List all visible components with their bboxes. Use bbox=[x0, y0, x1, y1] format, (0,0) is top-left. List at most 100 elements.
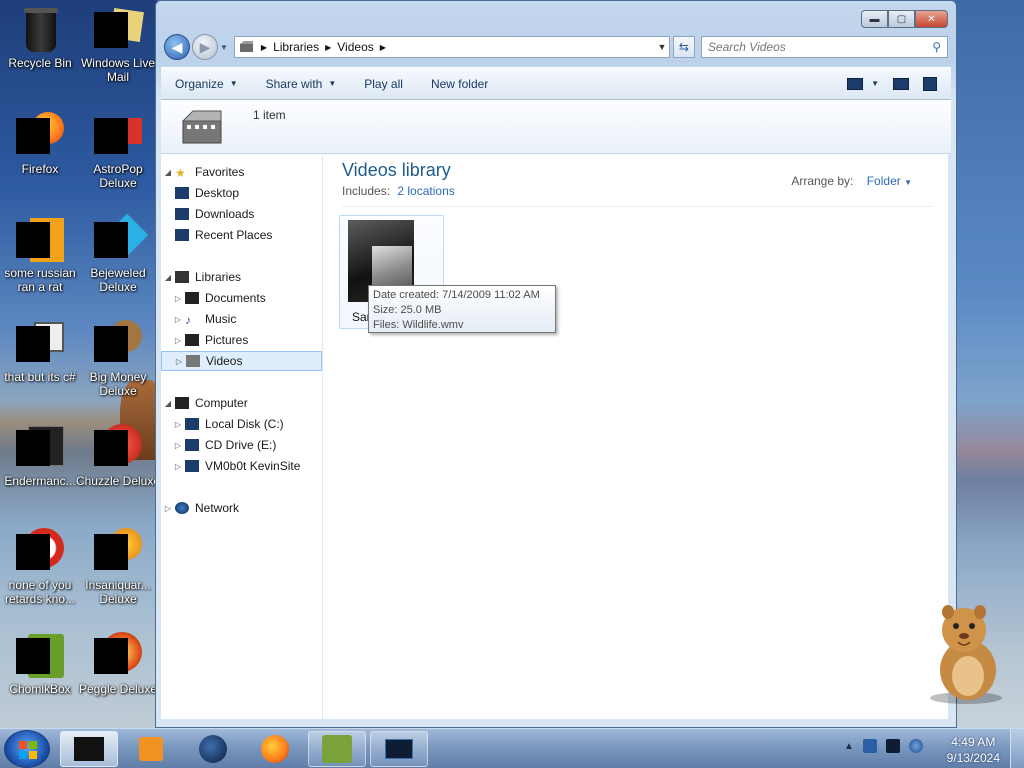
taskbar-chomikbox[interactable] bbox=[308, 731, 366, 767]
play-all-button[interactable]: Play all bbox=[350, 77, 417, 91]
desktop-icon-recycle-bin[interactable]: Recycle Bin bbox=[0, 2, 80, 98]
sidebar-item-cd-drive[interactable]: ▷ CD Drive (E:) bbox=[161, 435, 322, 455]
sidebar-item-pictures[interactable]: ▷ Pictures bbox=[161, 330, 322, 350]
address-bar[interactable]: ▶ Libraries ▶ Videos ▶ ▼ bbox=[233, 36, 670, 58]
sidebar-item-documents[interactable]: ▷ Documents bbox=[161, 288, 322, 308]
arrange-dropdown[interactable]: Folder bbox=[867, 174, 901, 188]
desktop-icon-peggle[interactable]: Peggle Deluxe bbox=[78, 628, 158, 724]
arrow-right-icon: ▶ bbox=[199, 38, 211, 55]
crumb-libraries[interactable]: Libraries bbox=[273, 40, 319, 54]
sidebar-item-label: Music bbox=[205, 312, 237, 326]
crumb-separator-icon: ▶ bbox=[260, 42, 268, 52]
collapsed-arrow-icon[interactable]: ▷ bbox=[171, 441, 185, 450]
share-with-label: Share with bbox=[265, 76, 323, 91]
collapsed-arrow-icon[interactable]: ▷ bbox=[172, 357, 186, 366]
expanded-arrow-icon[interactable]: ◢ bbox=[161, 273, 175, 282]
maximize-button[interactable]: ▢ bbox=[888, 10, 915, 28]
new-folder-button[interactable]: New folder bbox=[417, 77, 502, 91]
locations-link[interactable]: 2 locations bbox=[397, 184, 454, 198]
desktop-icon-chomikbox[interactable]: ChomikBox bbox=[0, 628, 80, 724]
clock-date: 9/13/2024 bbox=[946, 751, 1000, 765]
sidebar-item-videos[interactable]: ▷ Videos bbox=[161, 351, 322, 371]
collapsed-arrow-icon[interactable]: ▷ bbox=[171, 315, 185, 324]
preview-pane-button[interactable] bbox=[893, 77, 909, 90]
back-button[interactable]: ◀ bbox=[164, 34, 190, 60]
help-button[interactable] bbox=[923, 76, 937, 91]
tooltip-size: Size: 25.0 MB bbox=[373, 304, 442, 316]
sidebar-item-computer[interactable]: ◢ Computer bbox=[161, 393, 322, 413]
search-input[interactable] bbox=[707, 40, 933, 54]
sidebar-item-music[interactable]: ▷ ♪ Music bbox=[161, 309, 322, 329]
crumb-separator-icon: ▶ bbox=[325, 42, 332, 52]
sidebar-item-network-drive[interactable]: ▷ VM0b0t KevinSite bbox=[161, 456, 322, 476]
chomikbox-icon bbox=[16, 632, 64, 680]
clock-time: 4:49 AM bbox=[951, 735, 996, 749]
sidebar-item-libraries[interactable]: ◢ Libraries bbox=[161, 267, 322, 287]
chevron-down-icon[interactable]: ▼ bbox=[904, 178, 912, 187]
organize-button[interactable]: Organize ▼ bbox=[161, 77, 252, 91]
sidebar-item-recent-places[interactable]: Recent Places bbox=[161, 225, 322, 245]
collapsed-arrow-icon[interactable]: ▷ bbox=[171, 336, 185, 345]
videos-library-icon bbox=[179, 107, 227, 147]
change-view-button[interactable]: ▼ bbox=[847, 77, 879, 90]
sidebar-item-label: VM0b0t KevinSite bbox=[205, 459, 301, 473]
network-status-icon[interactable] bbox=[885, 739, 900, 753]
taskbar-firefox[interactable] bbox=[246, 731, 304, 767]
collapsed-arrow-icon[interactable]: ▷ bbox=[161, 504, 175, 513]
tooltip-files: Files: Wildlife.wmv bbox=[373, 319, 464, 331]
desktop-icon-that-but-its-c[interactable]: that but its c# bbox=[0, 316, 80, 412]
desktop-icon-bejeweled[interactable]: Bejeweled Deluxe bbox=[78, 212, 158, 308]
sidebar-item-label: Local Disk (C:) bbox=[205, 417, 284, 431]
desktop-icon-chuzzle[interactable]: Chuzzle Deluxe bbox=[76, 420, 160, 516]
desktop-icon-windows-live-mail[interactable]: Windows Live Mail bbox=[78, 2, 158, 98]
taskbar-vm-app[interactable] bbox=[370, 731, 428, 767]
desktop-icon-endermanc[interactable]: Endermanc... bbox=[0, 420, 80, 516]
recent-pages-dropdown[interactable]: ▼ bbox=[220, 43, 228, 52]
sidebar-item-network[interactable]: ▷ Network bbox=[161, 498, 322, 518]
show-desktop-button[interactable] bbox=[1010, 729, 1024, 768]
sidebar-item-desktop[interactable]: Desktop bbox=[161, 183, 322, 203]
start-button[interactable] bbox=[4, 730, 50, 768]
collapsed-arrow-icon[interactable]: ▷ bbox=[171, 294, 185, 303]
library-title: Videos library bbox=[342, 160, 451, 180]
expanded-arrow-icon[interactable]: ◢ bbox=[161, 168, 175, 177]
minimize-button[interactable]: ▬ bbox=[861, 10, 888, 28]
desktop-icon-some-russian[interactable]: some russian ran a rat bbox=[0, 212, 80, 308]
show-hidden-icons-icon[interactable]: ▲ bbox=[844, 741, 854, 752]
address-dropdown-icon[interactable]: ▼ bbox=[655, 42, 669, 52]
refresh-button[interactable]: ⇆ bbox=[672, 36, 695, 58]
search-icon[interactable]: ⚲ bbox=[932, 40, 941, 54]
volume-icon[interactable] bbox=[908, 739, 923, 753]
desktop-icon-insaniquarium[interactable]: Insaniquar... Deluxe bbox=[78, 524, 158, 620]
desktop-icon-label: AstroPop Deluxe bbox=[93, 162, 143, 190]
taskbar-media-player[interactable] bbox=[122, 731, 180, 767]
action-center-icon[interactable] bbox=[862, 739, 877, 753]
app-icon bbox=[16, 216, 64, 264]
desktop-icon-label: Bejeweled Deluxe bbox=[90, 266, 146, 294]
share-with-button[interactable]: Share with ▼ bbox=[252, 77, 351, 91]
pictures-icon bbox=[185, 334, 199, 346]
collapsed-arrow-icon[interactable]: ▷ bbox=[171, 462, 185, 471]
cd-drive-icon bbox=[185, 439, 199, 451]
crumb-videos[interactable]: Videos bbox=[337, 40, 373, 54]
collapsed-arrow-icon[interactable]: ▷ bbox=[171, 420, 185, 429]
sidebar-item-favorites[interactable]: ◢ ★ Favorites bbox=[161, 162, 322, 182]
desktop-icon-label: Peggle Deluxe bbox=[78, 682, 158, 696]
expanded-arrow-icon[interactable]: ◢ bbox=[161, 399, 175, 408]
desktop-icon-astropop[interactable]: AstroPop Deluxe bbox=[78, 108, 158, 204]
search-box[interactable]: ⚲ bbox=[700, 36, 948, 58]
close-button[interactable]: ✕ bbox=[915, 10, 948, 28]
desktop-icon-big-money[interactable]: Big Money Deluxe bbox=[78, 316, 158, 412]
sidebar-item-label: Desktop bbox=[195, 186, 240, 200]
desktop-icon-none-of-you[interactable]: none of you retards kno... bbox=[0, 524, 80, 620]
desktop-icon-label: Big Money Deluxe bbox=[89, 370, 147, 398]
taskbar-globe-app[interactable] bbox=[184, 731, 242, 767]
forward-button[interactable]: ▶ bbox=[192, 34, 218, 60]
sidebar-item-downloads[interactable]: Downloads bbox=[161, 204, 322, 224]
clock[interactable]: 4:49 AM 9/13/2024 bbox=[947, 734, 1000, 766]
sidebar-item-local-disk[interactable]: ▷ Local Disk (C:) bbox=[161, 414, 322, 434]
chuzzle-icon bbox=[94, 424, 142, 472]
desktop-icon-firefox[interactable]: Firefox bbox=[0, 108, 80, 204]
taskbar-explorer[interactable] bbox=[60, 731, 118, 767]
hamster-mascot[interactable] bbox=[922, 602, 1008, 706]
